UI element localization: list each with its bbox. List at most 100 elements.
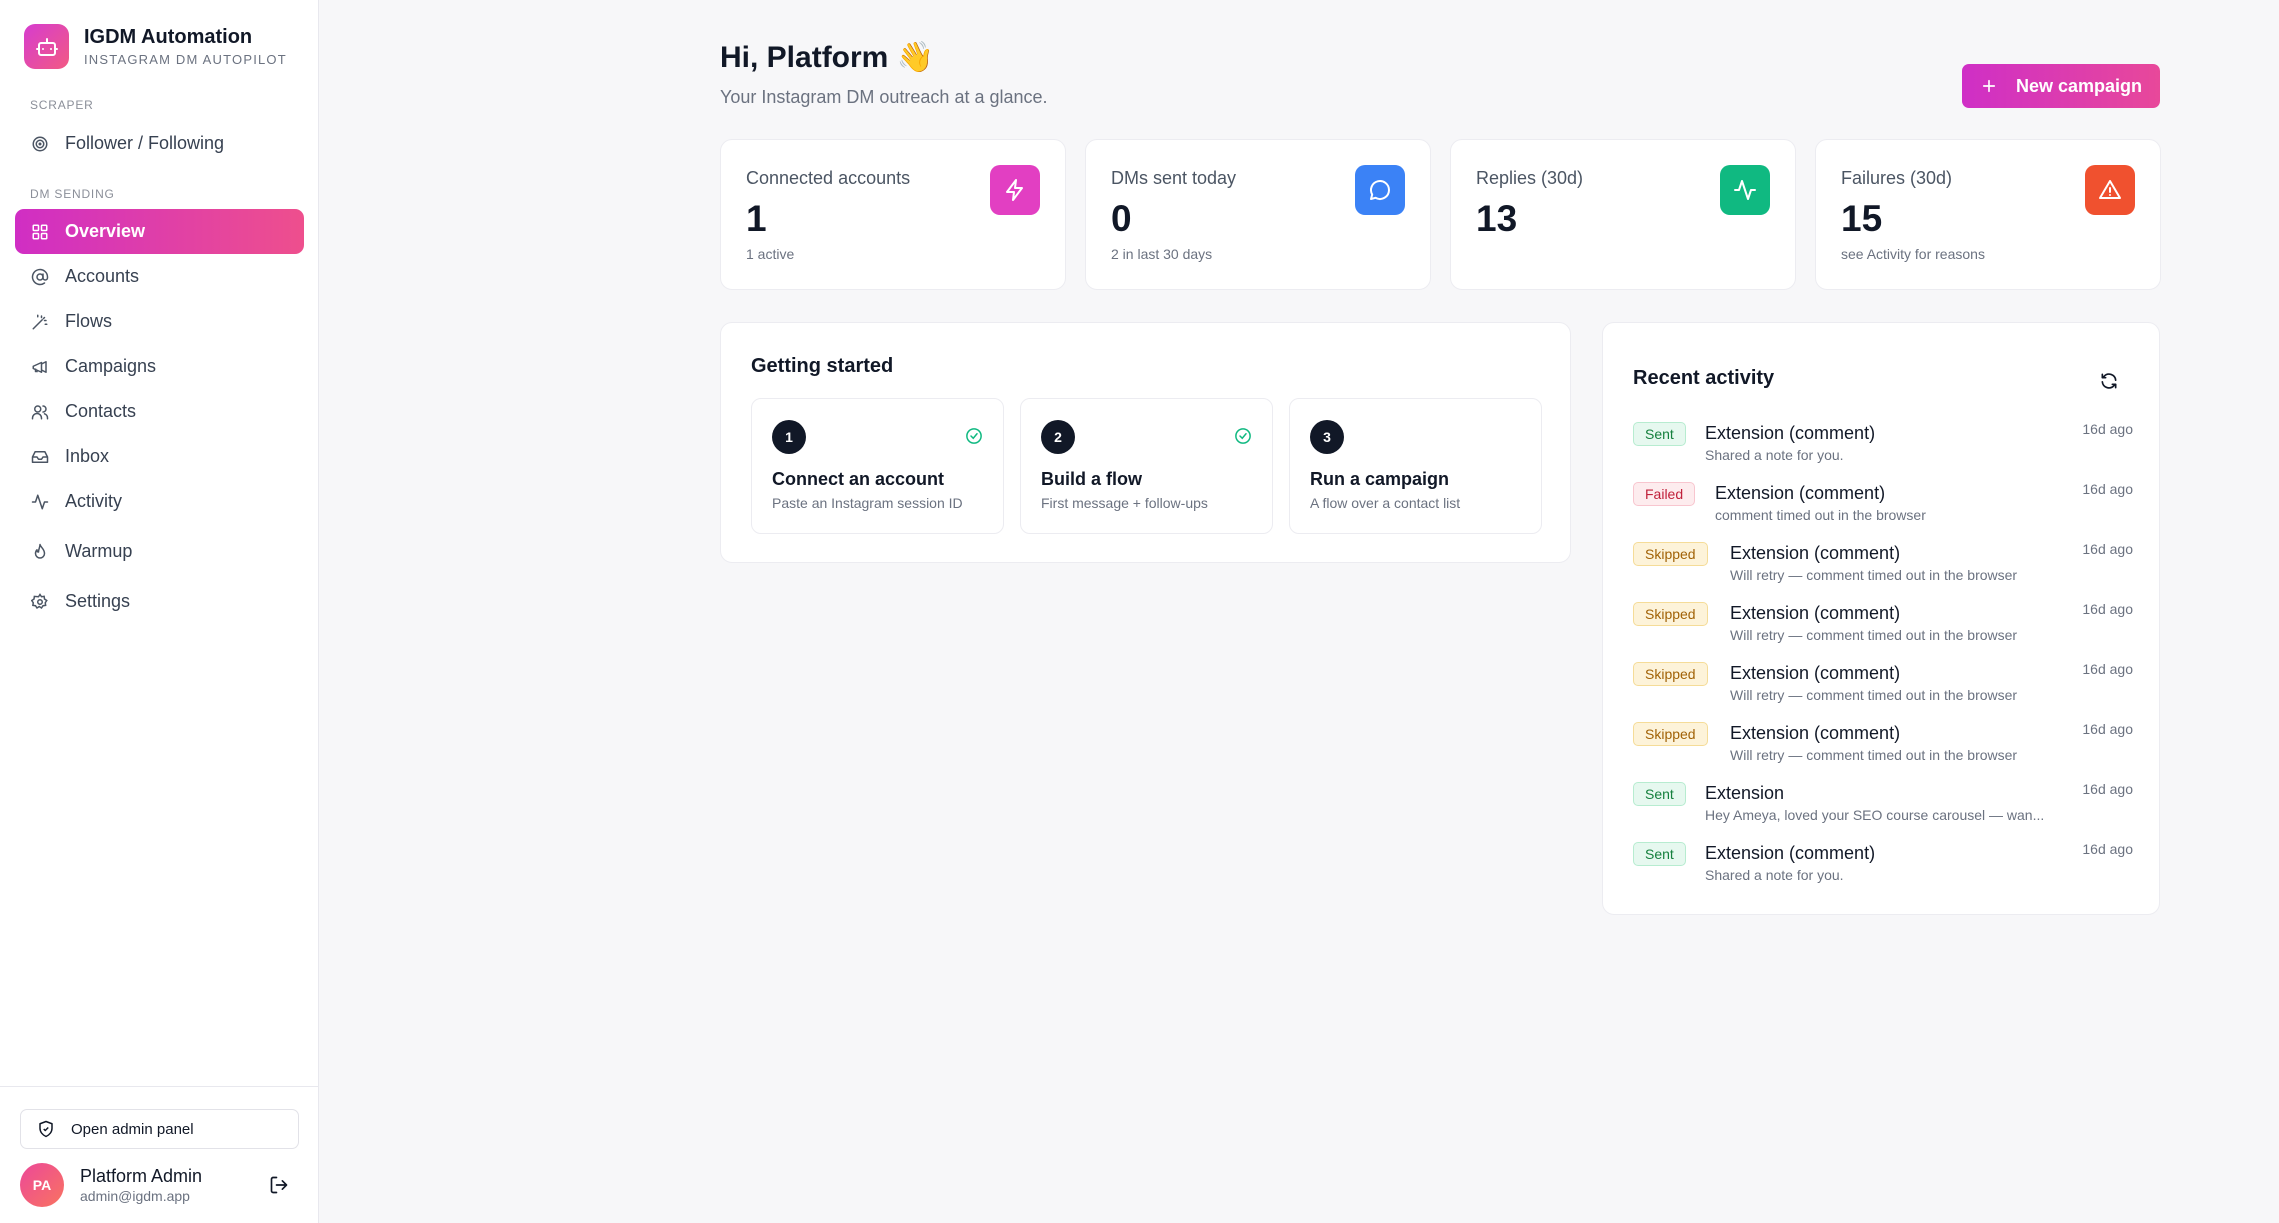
sidebar-item-activity[interactable]: Activity [15, 479, 304, 524]
getting-started-card: Getting started 1 Connect an account Pas… [720, 322, 1571, 563]
activity-description: Shared a note for you. [1705, 867, 1844, 883]
sidebar-item-label: Warmup [65, 541, 133, 561]
inbox-icon [30, 447, 50, 467]
activity-row[interactable]: Failed Extension (comment) comment timed… [1633, 481, 2133, 534]
sidebar-item-settings[interactable]: Settings [15, 579, 304, 624]
new-campaign-button[interactable]: New campaign [1962, 64, 2160, 108]
activity-row[interactable]: Skipped Extension (comment) Will retry —… [1633, 601, 2133, 654]
sidebar-item-flows[interactable]: Flows [15, 299, 304, 344]
activity-title: Extension (comment) [1705, 423, 1876, 443]
gear-icon [30, 592, 50, 612]
status-badge: Skipped [1633, 602, 1708, 626]
stat-value: 13 [1476, 198, 1518, 239]
stat-label: Failures (30d) [1841, 168, 1953, 188]
step-number: 2 [1041, 420, 1075, 454]
flame-icon [30, 542, 50, 562]
sidebar-item-campaigns[interactable]: Campaigns [15, 344, 304, 389]
open-admin-panel-button[interactable]: Open admin panel [20, 1109, 299, 1149]
alert-icon [2085, 165, 2135, 215]
stat-card-connected-accounts: Connected accounts 1 1 active [720, 139, 1066, 290]
sidebar-item-overview[interactable]: Overview [15, 209, 304, 254]
status-badge: Failed [1633, 482, 1696, 506]
at-icon [30, 267, 50, 287]
sidebar-item-label: Overview [65, 221, 146, 241]
stat-card-dms-sent-today: DMs sent today 0 2 in last 30 days [1085, 139, 1431, 290]
activity-time: 16d ago [2082, 841, 2133, 857]
page-title: Hi, Platform 👋 [720, 41, 935, 74]
section-label-dm-sending: DM SENDING [30, 187, 115, 201]
activity-title: Extension (comment) [1730, 543, 1901, 563]
new-campaign-label: New campaign [2015, 75, 2143, 96]
activity-time: 16d ago [2082, 661, 2133, 677]
target-icon [30, 134, 50, 154]
page-subtitle: Your Instagram DM outreach at a glance. [720, 87, 1048, 107]
users-icon [30, 402, 50, 422]
sidebar-item-label: Flows [65, 311, 113, 331]
brand[interactable]: IGDM Automation INSTAGRAM DM AUTOPILOT [24, 24, 287, 69]
status-badge: Sent [1633, 782, 1686, 806]
grid-icon [30, 222, 50, 242]
wand-icon [30, 312, 50, 332]
recent-activity-card: Recent activity Sent Extension (comment)… [1602, 322, 2160, 915]
activity-description: Hey Ameya, loved your SEO course carouse… [1705, 807, 2045, 823]
step-number: 1 [772, 420, 806, 454]
sidebar-item-label: Contacts [65, 401, 137, 421]
step-build-flow[interactable]: 2 Build a flow First message + follow-up… [1020, 398, 1273, 534]
user-email: admin@igdm.app [80, 1188, 190, 1204]
sidebar-item-label: Settings [65, 591, 131, 611]
sidebar: IGDM Automation INSTAGRAM DM AUTOPILOT S… [0, 0, 319, 1223]
activity-description: Shared a note for you. [1705, 447, 1844, 463]
sidebar-item-label: Activity [65, 491, 123, 511]
sidebar-item-contacts[interactable]: Contacts [15, 389, 304, 434]
activity-row[interactable]: Skipped Extension (comment) Will retry —… [1633, 661, 2133, 714]
stat-value: 1 [746, 198, 767, 239]
sidebar-item-label: Inbox [65, 446, 110, 466]
getting-started-title: Getting started [751, 355, 894, 377]
sidebar-item-inbox[interactable]: Inbox [15, 434, 304, 479]
step-connect-account[interactable]: 1 Connect an account Paste an Instagram … [751, 398, 1004, 534]
shield-icon [37, 1120, 55, 1138]
stat-card-failures: Failures (30d) 15 see Activity for reaso… [1815, 139, 2161, 290]
activity-time: 16d ago [2082, 541, 2133, 557]
refresh-icon[interactable] [2099, 371, 2119, 391]
stat-label: DMs sent today [1111, 168, 1237, 188]
activity-icon [30, 492, 50, 512]
sidebar-item-follower-following[interactable]: Follower / Following [15, 121, 304, 166]
step-run-campaign[interactable]: 3 Run a campaign A flow over a contact l… [1289, 398, 1542, 534]
activity-row[interactable]: Sent Extension (comment) Shared a note f… [1633, 841, 2133, 894]
message-icon [1355, 165, 1405, 215]
activity-description: Will retry — comment timed out in the br… [1730, 627, 2018, 643]
activity-row[interactable]: Skipped Extension (comment) Will retry —… [1633, 721, 2133, 774]
activity-row[interactable]: Skipped Extension (comment) Will retry —… [1633, 541, 2133, 594]
brand-title: IGDM Automation [84, 25, 253, 48]
activity-title: Extension [1705, 783, 1785, 803]
avatar[interactable]: PA [20, 1163, 64, 1207]
plus-icon [1980, 77, 1998, 95]
activity-icon [1720, 165, 1770, 215]
activity-row[interactable]: Sent Extension Hey Ameya, loved your SEO… [1633, 781, 2133, 834]
activity-description: comment timed out in the browser [1715, 507, 1926, 523]
section-label-scraper: SCRAPER [30, 98, 94, 112]
activity-time: 16d ago [2082, 721, 2133, 737]
status-badge: Skipped [1633, 662, 1708, 686]
recent-activity-title: Recent activity [1633, 367, 1775, 389]
zap-icon [990, 165, 1040, 215]
activity-title: Extension (comment) [1730, 603, 1901, 623]
stat-label: Replies (30d) [1476, 168, 1584, 188]
step-title: Build a flow [1041, 469, 1142, 489]
activity-time: 16d ago [2082, 481, 2133, 497]
user-profile: PA Platform Admin admin@igdm.app [20, 1163, 299, 1207]
stat-value: 15 [1841, 198, 1883, 239]
activity-title: Extension (comment) [1705, 843, 1876, 863]
bot-icon [24, 24, 69, 69]
sidebar-item-warmup[interactable]: Warmup [15, 529, 304, 574]
activity-time: 16d ago [2082, 781, 2133, 797]
activity-title: Extension (comment) [1730, 723, 1901, 743]
step-description: Paste an Instagram session ID [772, 495, 963, 511]
step-title: Run a campaign [1310, 469, 1450, 489]
check-circle-icon [1234, 427, 1252, 445]
logout-icon[interactable] [269, 1175, 289, 1195]
sidebar-item-accounts[interactable]: Accounts [15, 254, 304, 299]
activity-row[interactable]: Sent Extension (comment) Shared a note f… [1633, 421, 2133, 474]
stat-label: Connected accounts [746, 168, 911, 188]
